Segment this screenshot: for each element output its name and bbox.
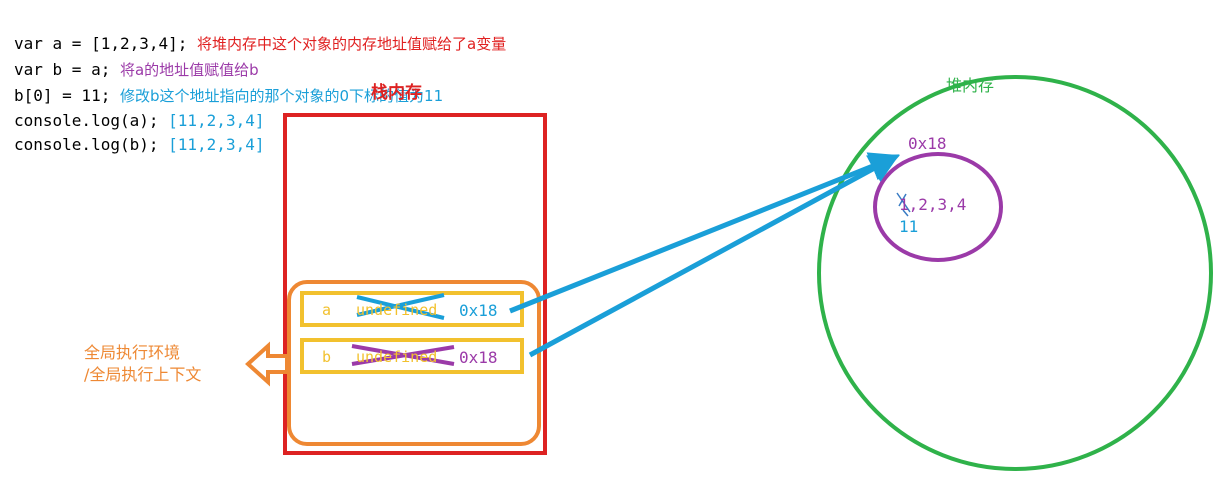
global-context-label-line-2: /全局执行上下文 — [84, 365, 202, 384]
var-a-new-value: 0x18 — [459, 301, 498, 320]
heap-memory-circle — [817, 75, 1213, 471]
context-arrow-icon — [245, 341, 289, 387]
heap-memory-title: 堆内存 — [946, 76, 995, 95]
new-element-value: 11 — [899, 217, 919, 236]
array-values: 1,2,3,4 — [899, 195, 967, 214]
global-context-label-line-1: 全局执行环境 — [84, 343, 181, 362]
stack-memory-title: 栈内存 — [371, 83, 422, 103]
memory-diagram — [245, 75, 1213, 471]
object-address: 0x18 — [908, 134, 947, 153]
var-a-name: a — [322, 301, 332, 319]
var-a-old-value: undefined — [356, 301, 438, 319]
var-b-name: b — [322, 348, 332, 366]
var-b-new-value: 0x18 — [459, 348, 498, 367]
pointer-arrow-a — [509, 152, 900, 314]
var-b-old-value: undefined — [356, 348, 438, 366]
global-context-label: 全局执行环境 /全局执行上下文 — [84, 342, 201, 386]
pointer-arrow-b — [528, 154, 900, 358]
